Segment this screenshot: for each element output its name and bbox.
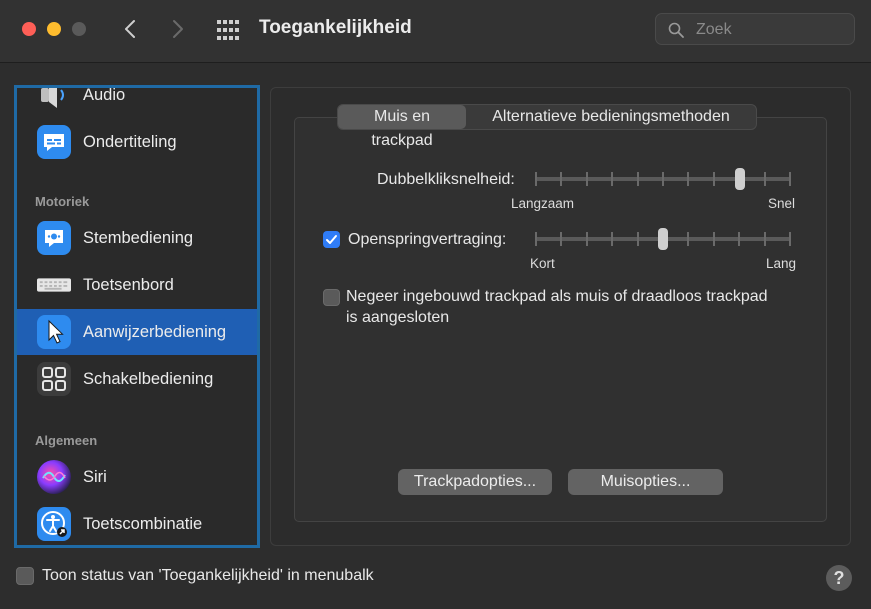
sidebar-item-label: Audio [83,85,126,104]
sidebar-item-audio[interactable]: Audio [17,85,257,118]
slider-tick [789,172,791,186]
spring-loading-slider[interactable] [535,228,791,250]
help-button[interactable]: ? [826,565,852,591]
slider-tick [535,232,537,246]
sidebar-item-label: Toetsenbord [83,275,174,294]
tab-bar: Muis en trackpad Alternatieve bedienings… [337,104,757,149]
sidebar-item-label: Siri [83,467,107,486]
search-field[interactable] [655,13,855,45]
slider-tick [763,172,766,186]
double-click-speed-label: Dubbelkliksnelheid: [377,171,515,188]
title-bar: Toegankelijkheid [0,0,871,63]
sidebar-item-label: Ondertiteling [83,132,177,151]
slider-min-label: Kort [530,256,555,271]
sidebar-item-switch-control[interactable]: Schakelbediening [17,356,257,402]
sidebar-item-voice-control[interactable]: Stembediening [17,215,257,261]
slider-max-label: Lang [766,256,797,271]
slider-tick [738,232,741,246]
slider-tick [687,232,690,246]
chevron-left-icon [125,20,135,38]
trackpad-options-button[interactable]: Trackpadopties... [398,469,552,495]
keyboard-icon [37,268,71,302]
slider-tick [636,172,639,186]
close-button[interactable] [22,22,36,36]
voice-control-icon [37,221,71,255]
tab-mouse-trackpad[interactable]: Muis en trackpad [338,105,466,149]
sidebar-item-label: Schakelbediening [83,369,214,388]
show-status-checkbox[interactable] [16,567,34,585]
zoom-button[interactable] [72,22,86,36]
search-input[interactable] [694,18,848,42]
slider-tick [611,232,614,246]
preferences-window: Toegankelijkheid Audio Ondertiteling Mot… [0,0,871,609]
tab-alternative-control[interactable]: Alternatieve bedieningsmethoden [466,105,756,129]
slider-tick [585,232,588,246]
sidebar: Audio Ondertiteling Motoriek Stembedieni… [14,85,260,548]
slider-tick [662,172,664,186]
sidebar-item-siri[interactable]: Siri [17,454,257,500]
sidebar-item-keyboard[interactable]: Toetsenbord [17,262,257,308]
back-button[interactable] [116,14,144,44]
spring-loading-checkbox[interactable] [323,231,340,248]
sidebar-item-label: Stembediening [83,228,194,247]
ignore-trackpad-checkbox[interactable] [323,289,340,306]
pointer-icon [37,315,71,349]
sidebar-item-label: Toetscombinatie [83,514,203,533]
slider-tick [585,172,588,186]
forward-button[interactable] [164,14,192,44]
ignore-trackpad-label: Negeer ingebouwd trackpad als muis of dr… [346,288,768,305]
slider-tick [560,232,563,246]
minimize-button[interactable] [47,22,61,36]
slider-tick [611,172,614,186]
search-icon [668,22,684,38]
show-all-grid-icon[interactable] [216,19,240,41]
mouse-options-button[interactable]: Muisopties... [568,469,723,495]
ignore-trackpad-label-line2: is aangesloten [346,309,450,326]
siri-icon [37,460,71,494]
section-header-general: Algemeen [35,433,98,448]
sidebar-item-label: Aanwijzerbediening [83,322,227,341]
show-status-label: Toon status van 'Toegankelijkheid' in me… [42,567,374,584]
slider-tick [636,232,639,246]
slider-tick [763,232,766,246]
spring-loading-label: Openspringvertraging: [348,231,507,248]
slider-tick [687,172,690,186]
chevron-right-icon [173,20,183,38]
switch-control-icon [37,362,71,396]
sidebar-item-pointer-control[interactable]: Aanwijzerbediening [17,309,257,355]
audio-icon [37,88,71,112]
slider-tick [535,172,537,186]
section-header-motor: Motoriek [35,194,90,209]
double-click-speed-slider[interactable] [535,168,791,190]
checkmark-icon [326,235,337,244]
captions-icon [37,125,71,159]
accessibility-shortcut-icon [37,507,71,541]
sidebar-item-accessibility-shortcut[interactable]: Toetscombinatie [17,501,257,545]
slider-knob[interactable] [658,228,668,250]
window-title: Toegankelijkheid [259,17,412,38]
slider-tick [712,232,715,246]
slider-min-label: Langzaam [511,196,575,211]
slider-tick [789,232,791,246]
slider-knob[interactable] [734,168,745,190]
sidebar-item-captions[interactable]: Ondertiteling [17,119,257,165]
slider-tick [560,172,563,186]
slider-max-label: Snel [768,196,796,211]
slider-tick [712,172,715,186]
